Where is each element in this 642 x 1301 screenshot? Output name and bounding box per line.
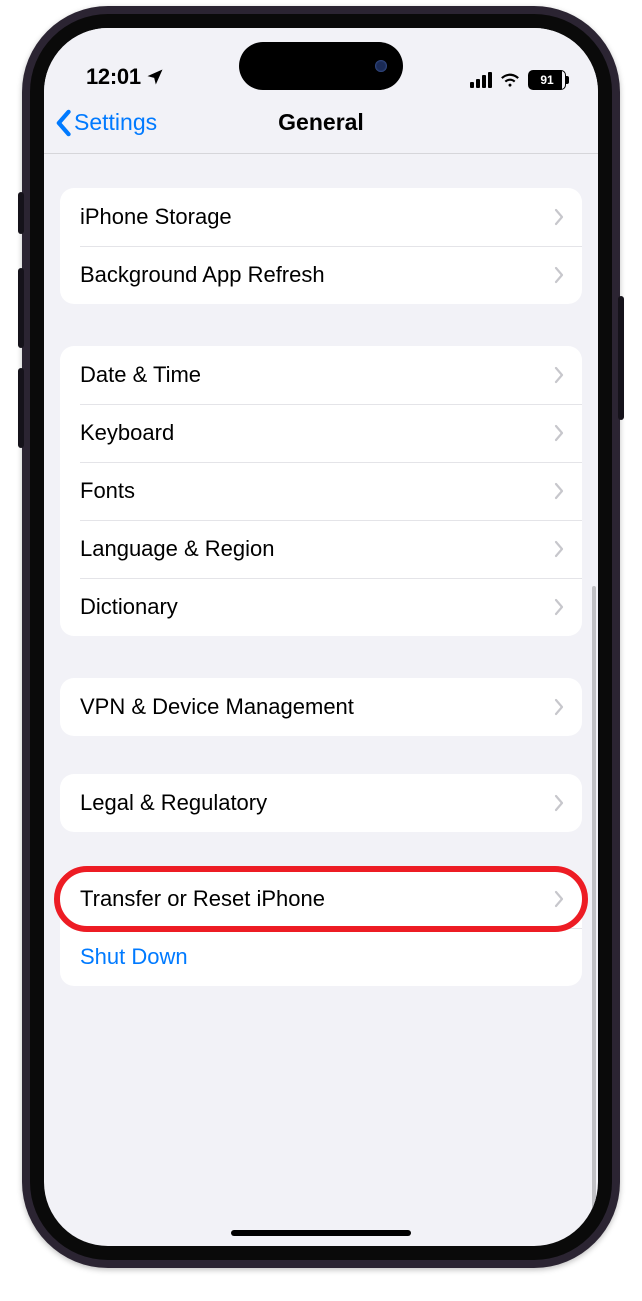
row-label: Keyboard — [80, 420, 174, 446]
chevron-right-icon — [554, 366, 564, 384]
row-legal-regulatory[interactable]: Legal & Regulatory — [60, 774, 582, 832]
row-shut-down[interactable]: Shut Down — [60, 928, 582, 986]
nav-bar: Settings General — [44, 92, 598, 154]
volume-down-button[interactable] — [18, 368, 24, 448]
row-fonts[interactable]: Fonts — [60, 462, 582, 520]
status-right: 91 — [470, 70, 566, 90]
dynamic-island — [239, 42, 403, 90]
camera-icon — [375, 60, 387, 72]
cellular-icon — [470, 72, 492, 88]
silence-switch[interactable] — [18, 192, 24, 234]
row-dictionary[interactable]: Dictionary — [60, 578, 582, 636]
chevron-right-icon — [554, 794, 564, 812]
phone-bezel: 12:01 91 — [30, 14, 612, 1260]
group-storage: iPhone Storage Background App Refresh — [60, 188, 582, 304]
row-label: VPN & Device Management — [80, 694, 354, 720]
row-label: Legal & Regulatory — [80, 790, 267, 816]
row-iphone-storage[interactable]: iPhone Storage — [60, 188, 582, 246]
chevron-right-icon — [554, 424, 564, 442]
nav-title: General — [278, 109, 364, 136]
chevron-left-icon — [54, 109, 72, 137]
wifi-icon — [500, 70, 520, 90]
row-label: Language & Region — [80, 536, 275, 562]
row-transfer-or-reset[interactable]: Transfer or Reset iPhone — [60, 870, 582, 928]
group-input: Date & Time Keyboard Fonts Language & Re… — [60, 346, 582, 636]
back-button[interactable]: Settings — [54, 109, 157, 137]
scroll-indicator[interactable] — [592, 586, 596, 1246]
group-legal: Legal & Regulatory — [60, 774, 582, 832]
chevron-right-icon — [554, 698, 564, 716]
volume-up-button[interactable] — [18, 268, 24, 348]
phone-frame: 12:01 91 — [22, 6, 620, 1268]
chevron-right-icon — [554, 482, 564, 500]
power-button[interactable] — [618, 296, 624, 420]
battery-level: 91 — [540, 73, 553, 87]
group-vpn: VPN & Device Management — [60, 678, 582, 736]
battery-icon: 91 — [528, 70, 566, 90]
home-indicator[interactable] — [231, 1230, 411, 1236]
chevron-right-icon — [554, 540, 564, 558]
row-label: Date & Time — [80, 362, 201, 388]
row-label: Transfer or Reset iPhone — [80, 886, 325, 912]
chevron-right-icon — [554, 890, 564, 908]
row-keyboard[interactable]: Keyboard — [60, 404, 582, 462]
row-label: Shut Down — [80, 944, 188, 970]
settings-list[interactable]: iPhone Storage Background App Refresh Da… — [44, 154, 598, 1246]
back-label: Settings — [74, 109, 157, 136]
status-time: 12:01 — [86, 64, 141, 90]
location-icon — [145, 67, 165, 87]
status-left: 12:01 — [86, 64, 165, 90]
row-date-time[interactable]: Date & Time — [60, 346, 582, 404]
row-label: iPhone Storage — [80, 204, 232, 230]
chevron-right-icon — [554, 208, 564, 226]
chevron-right-icon — [554, 266, 564, 284]
row-label: Dictionary — [80, 594, 178, 620]
screen: 12:01 91 — [44, 28, 598, 1246]
row-label: Background App Refresh — [80, 262, 325, 288]
row-vpn-device-management[interactable]: VPN & Device Management — [60, 678, 582, 736]
row-label: Fonts — [80, 478, 135, 504]
row-background-app-refresh[interactable]: Background App Refresh — [60, 246, 582, 304]
chevron-right-icon — [554, 598, 564, 616]
row-language-region[interactable]: Language & Region — [60, 520, 582, 578]
group-reset: Transfer or Reset iPhone Shut Down — [60, 870, 582, 986]
